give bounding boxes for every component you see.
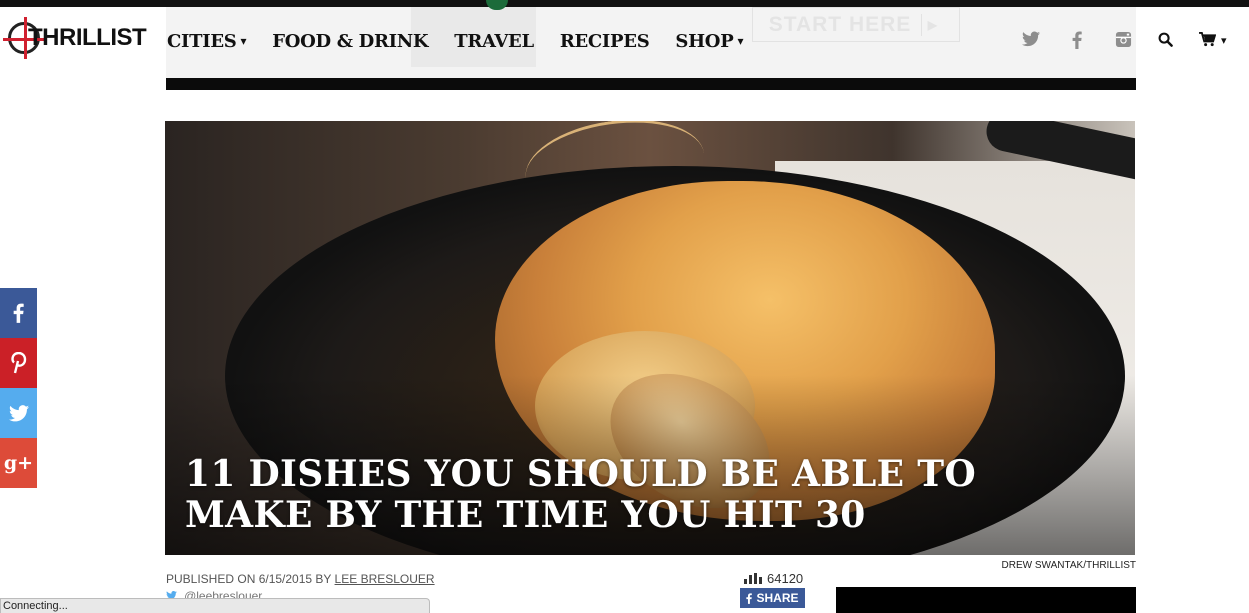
nav-recipes-label: RECIPES: [559, 31, 650, 52]
nav-cities[interactable]: CITIES ▾: [167, 31, 247, 52]
nav-recipes[interactable]: RECIPES: [560, 31, 650, 52]
search-icon[interactable]: [1158, 31, 1173, 52]
browser-status-bar: Connecting...: [0, 598, 430, 613]
nav-shop[interactable]: SHOP ▾: [675, 31, 743, 52]
view-count-value: 64120: [767, 571, 804, 586]
twitter-icon[interactable]: [1022, 31, 1040, 52]
facebook-share-button[interactable]: SHARE: [740, 588, 805, 608]
facebook-share-icon[interactable]: [0, 288, 37, 338]
author-link[interactable]: LEE BRESLOUER: [335, 572, 435, 586]
view-count: 64120: [744, 571, 803, 586]
google-plus-share-icon[interactable]: g+: [0, 438, 37, 488]
thrillist-logo[interactable]: THRILLIST: [3, 17, 158, 59]
twitter-share-icon[interactable]: [0, 388, 37, 438]
site-header: THRILLIST CITIES ▾ FOOD & DRINK TRAVEL RE…: [0, 7, 1249, 77]
sidebar-ad[interactable]: [836, 587, 1136, 613]
main-nav: CITIES ▾ FOOD & DRINK TRAVEL RECIPES SHOP…: [167, 31, 769, 52]
published-date: PUBLISHED ON 6/15/2015 BY: [166, 572, 332, 586]
facebook-icon: [746, 592, 753, 604]
nav-food-drink[interactable]: FOOD & DRINK: [272, 31, 428, 52]
nav-travel-label: TRAVEL: [454, 31, 534, 52]
facebook-icon[interactable]: [1072, 31, 1082, 54]
browser-top-strip: [0, 0, 1249, 7]
nav-cities-label: CITIES: [167, 31, 237, 52]
cart-icon[interactable]: ▾: [1199, 31, 1227, 52]
chevron-down-icon: ▾: [240, 34, 247, 48]
nav-travel[interactable]: TRAVEL: [454, 31, 534, 52]
pinterest-share-icon[interactable]: [0, 338, 37, 388]
share-label: SHARE: [756, 591, 799, 605]
chevron-down-icon: ▾: [737, 34, 744, 48]
nav-food-drink-label: FOOD & DRINK: [272, 31, 429, 52]
photo-credit: DREW SWANTAK/THRILLIST: [1001, 560, 1136, 571]
share-rail: g+: [0, 288, 37, 488]
google-plus-glyph: g+: [3, 452, 34, 474]
instagram-icon[interactable]: [1115, 31, 1132, 53]
byline: PUBLISHED ON 6/15/2015 BY LEE BRESLOUER: [166, 572, 435, 586]
nav-shop-label: SHOP: [675, 31, 734, 52]
article-title: 11 DISHES YOU SHOULD BE ABLE TO MAKE BY …: [185, 453, 976, 536]
chevron-down-icon: ▾: [1221, 35, 1227, 47]
logo-text: THRILLIST: [28, 24, 147, 51]
bar-chart-icon: [744, 573, 762, 584]
hero-image[interactable]: 11 DISHES YOU SHOULD BE ABLE TO MAKE BY …: [165, 121, 1135, 555]
